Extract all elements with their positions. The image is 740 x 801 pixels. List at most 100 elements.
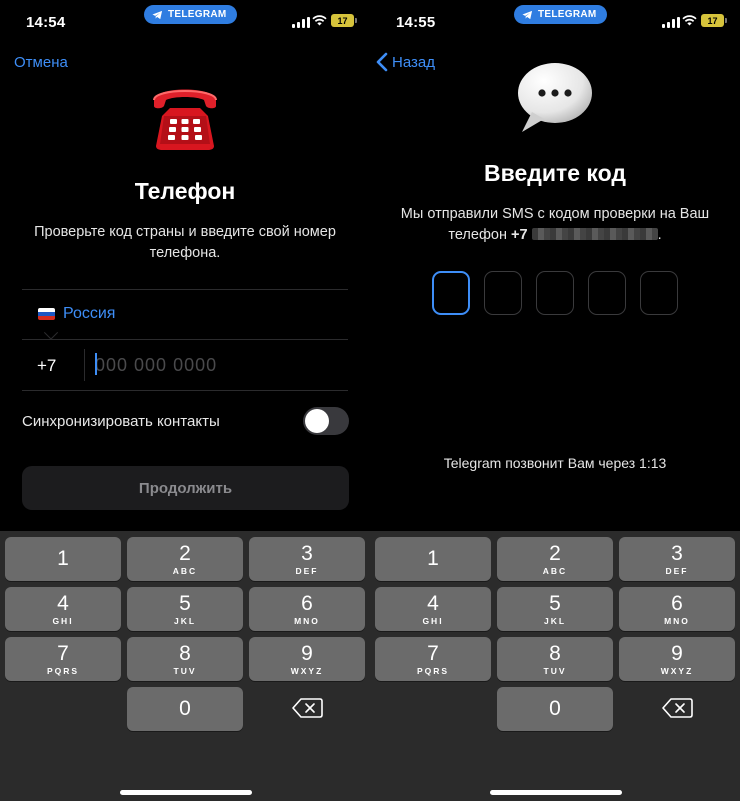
key-letters: GHI [52,615,74,626]
key-digit: 0 [179,697,191,720]
key-digit: 7 [427,641,439,665]
key-digit: 3 [301,541,313,565]
cancel-button[interactable]: Отмена [14,54,68,71]
status-time: 14:55 [396,14,436,31]
key-digit: 7 [57,641,69,665]
telegram-pill-label: TELEGRAM [168,9,227,20]
sync-contacts-label: Синхронизировать контакты [22,413,220,430]
key-9[interactable]: 9 WXYZ [619,637,735,681]
backspace-icon[interactable] [662,697,694,719]
key-letters: JKL [173,615,197,626]
key-2[interactable]: 2 ABC [127,537,243,581]
backspace-icon[interactable] [292,697,324,719]
divider [22,339,348,340]
key-6[interactable]: 6 MNO [249,587,365,631]
page-subtitle: Мы отправили SMS с кодом проверки на Ваш… [400,206,710,243]
phone-prefix: +7 [511,227,528,243]
country-pointer-icon [44,332,58,340]
sync-contacts-toggle[interactable] [303,407,349,435]
key-5[interactable]: 5 JKL [497,587,613,631]
call-countdown: Telegram позвонит Вам через 1:13 [443,455,667,471]
key-letters: DEF [295,565,319,576]
key-letters: WXYZ [290,665,324,676]
key-7[interactable]: 7 PQRS [5,637,121,681]
code-digit-box[interactable] [588,271,626,315]
telegram-icon [522,10,533,19]
telegram-pill[interactable]: TELEGRAM [514,5,607,24]
key-letters: ABC [542,565,568,576]
signal-icon [292,16,310,28]
key-3[interactable]: 3 DEF [619,537,735,581]
key-letters: TUV [543,665,567,676]
country-selector[interactable]: Россия [38,305,115,323]
key-letters: MNO [664,615,690,626]
back-label: Назад [392,53,435,71]
code-digit-box[interactable] [432,271,470,315]
code-digit-box[interactable] [640,271,678,315]
russia-flag-icon [38,308,55,320]
key-digit: 9 [301,641,313,665]
key-digit: 3 [671,541,683,565]
key-0[interactable]: 0 [497,687,613,731]
phone-number-screen: 14:54 TELEGRAM 17 Отмена Телефон Проверь… [0,0,370,801]
back-button[interactable]: Назад [376,52,435,72]
code-digit-box[interactable] [484,271,522,315]
status-bar: 14:54 TELEGRAM 17 [0,0,370,40]
battery-icon: 17 [701,14,727,27]
key-8[interactable]: 8 TUV [497,637,613,681]
phone-number-input[interactable] [95,352,335,378]
key-4[interactable]: 4 GHI [375,587,491,631]
key-digit: 9 [671,641,683,665]
key-digit: 0 [549,697,561,720]
country-code[interactable]: +7 [37,356,56,376]
key-digit: 6 [671,591,683,615]
stage: 14:54 TELEGRAM 17 Отмена Телефон Проверь… [0,0,740,801]
chevron-left-icon [376,52,388,72]
home-indicator[interactable] [490,790,622,795]
numeric-keypad: 1 2 ABC 3 DEF 4 GHI 5 JKL 6 MNO 7 PQRS 8 TUV 9W… [0,531,370,801]
page-subtitle: Проверьте код страны и введите свой номе… [34,224,336,261]
page-title: Введите код [484,160,626,186]
key-digit: 2 [549,541,561,565]
key-7[interactable]: 7 PQRS [375,637,491,681]
key-1[interactable]: 1 [375,537,491,581]
continue-button[interactable]: Продолжить [22,466,349,510]
key-letters: MNO [294,615,320,626]
key-digit: 4 [57,591,69,615]
key-letters: ABC [172,565,198,576]
key-3[interactable]: 3 DEF [249,537,365,581]
telegram-icon [152,10,163,19]
code-separator [84,349,85,381]
telegram-pill[interactable]: TELEGRAM [144,5,237,24]
masked-phone-number [531,228,658,240]
key-6[interactable]: 6 MNO [619,587,735,631]
key-digit: 5 [549,591,561,615]
key-digit: 4 [427,591,439,615]
battery-level: 17 [707,15,718,26]
code-input-group [432,271,678,315]
toggle-knob [305,409,329,433]
code-digit-box[interactable] [536,271,574,315]
divider [22,390,348,391]
key-digit: 5 [179,591,191,615]
wifi-icon [312,15,327,26]
key-digit: 2 [179,541,191,565]
key-1[interactable]: 1 [5,537,121,581]
page-title: Телефон [134,178,236,204]
key-5[interactable]: 5 JKL [127,587,243,631]
key-2[interactable]: 2 ABC [497,537,613,581]
code-entry-screen: 14:55 TELEGRAM 17 Назад Введите код Мы о… [370,0,740,801]
battery-icon: 17 [331,14,357,27]
key-digit: 1 [57,547,69,570]
key-letters: GHI [422,615,444,626]
key-digit: 8 [179,641,191,665]
home-indicator[interactable] [120,790,252,795]
key-4[interactable]: 4 GHI [5,587,121,631]
key-letters: PQRS [416,665,450,676]
key-letters: DEF [665,565,689,576]
status-bar: 14:55 TELEGRAM 17 [370,0,740,40]
text-caret [95,353,97,375]
key-0[interactable]: 0 [127,687,243,731]
key-8[interactable]: 8 TUV [127,637,243,681]
key-9[interactable]: 9 WXYZ [249,637,365,681]
